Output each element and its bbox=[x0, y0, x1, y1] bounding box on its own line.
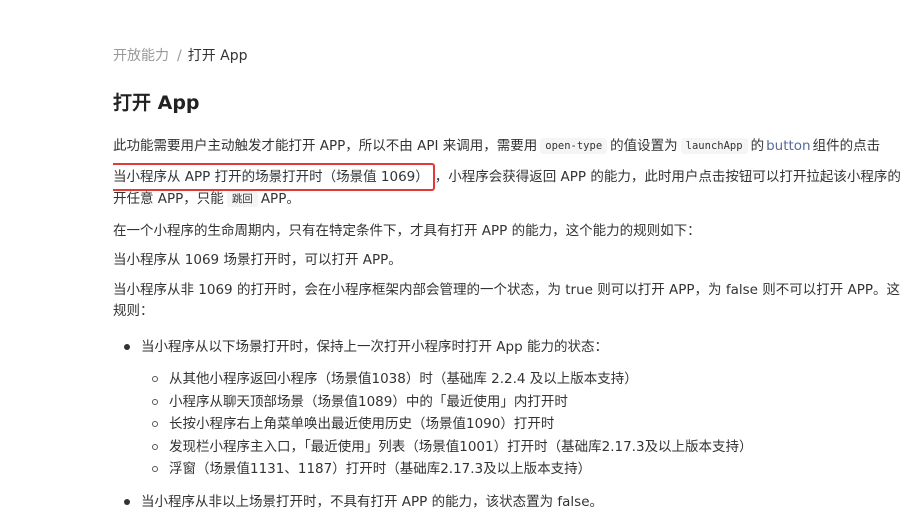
button-component-link[interactable]: button bbox=[766, 138, 811, 154]
breadcrumb: 开放能力 / 打开 App bbox=[113, 46, 248, 66]
sub-list-item-text: 从其他小程序返回小程序（场景值1038）时（基础库 2.2.4 及以上版本支持） bbox=[169, 371, 638, 387]
bullet-disc-icon bbox=[124, 344, 130, 350]
intro-text-2: 的值设置为 bbox=[610, 138, 678, 154]
bullet-circle-icon bbox=[152, 399, 158, 405]
bullet-circle-icon bbox=[152, 376, 158, 382]
bullet-circle-icon bbox=[152, 421, 158, 427]
breadcrumb-separator: / bbox=[177, 48, 182, 64]
list-item: 当小程序从非以上场景打开时，不具有打开 APP 的能力，该状态置为 false。 bbox=[113, 491, 603, 513]
lifecycle-paragraph: 在一个小程序的生命周期内，只有在特定条件下，才具有打开 APP 的能力，这个能力… bbox=[113, 223, 701, 239]
list-item: 当小程序从以下场景打开时，保持上一次打开小程序时打开 App 能力的状态： bbox=[113, 336, 608, 358]
sub-list-item-text: 小程序从聊天顶部场景（场景值1089）中的「最近使用」内打开时 bbox=[169, 394, 568, 410]
sub-list-item: 发现栏小程序主入口，「最近使用」列表（场景值1001）打开时（基础库2.17.3… bbox=[113, 436, 753, 458]
list-item-text: 当小程序从非以上场景打开时，不具有打开 APP 的能力，该状态置为 false。 bbox=[141, 494, 604, 510]
code-open-type: open-type bbox=[540, 138, 608, 154]
sub-list-item: 浮窗（场景值1131、1187）打开时（基础库2.17.3及以上版本支持） bbox=[113, 458, 591, 480]
code-jump-back: 跳回 bbox=[226, 191, 258, 207]
breadcrumb-current: 打开 App bbox=[187, 48, 248, 64]
sub-list-item-text: 发现栏小程序主入口，「最近使用」列表（场景值1001）打开时（基础库2.17.3… bbox=[169, 439, 753, 455]
intro-text-3: 的 bbox=[750, 138, 765, 154]
non-1069-paragraph-line1: 当小程序从非 1069 的打开时，会在小程序框架内部会管理的一个状态，为 tru… bbox=[113, 282, 901, 298]
scene-rest-text: ，小程序会获得返回 APP 的能力，此时用户点击按钮可以打开拉起该小程序的 bbox=[434, 169, 901, 185]
sub-list-item-text: 长按小程序右上角菜单唤出最近使用历史（场景值1090）打开时 bbox=[169, 416, 555, 432]
sub-list-item: 小程序从聊天顶部场景（场景值1089）中的「最近使用」内打开时 bbox=[113, 391, 568, 413]
scene-paragraph-line1: 当小程序从 APP 打开的场景打开时（场景值 1069） ，小程序会获得返回 AP… bbox=[113, 163, 901, 191]
sub-list-item: 长按小程序右上角菜单唤出最近使用历史（场景值1090）打开时 bbox=[113, 413, 554, 435]
page-title: 打开 App bbox=[113, 92, 200, 114]
breadcrumb-link-open-capabilities[interactable]: 开放能力 bbox=[113, 48, 169, 64]
scene-line2-text-1: 开任意 APP，只能 bbox=[113, 191, 224, 207]
scene-paragraph-line2: 开任意 APP，只能 跳回 APP。 bbox=[113, 188, 300, 210]
intro-text-4: 组件的点击 bbox=[812, 138, 881, 154]
bullet-circle-icon bbox=[152, 466, 158, 472]
doc-page: 开放能力 / 打开 App 打开 App 此功能需要用户主动触发才能打开 APP，所… bbox=[113, 0, 913, 516]
bullet-circle-icon bbox=[152, 444, 158, 450]
code-launch-app: launchApp bbox=[680, 138, 748, 154]
scene-1069-paragraph: 当小程序从 1069 场景打开时，可以打开 APP。 bbox=[113, 252, 402, 268]
list-item-text: 当小程序从以下场景打开时，保持上一次打开小程序时打开 App 能力的状态： bbox=[141, 339, 608, 355]
highlighted-scene-text: 当小程序从 APP 打开的场景打开时（场景值 1069） bbox=[113, 163, 435, 191]
sub-list-item: 从其他小程序返回小程序（场景值1038）时（基础库 2.2.4 及以上版本支持） bbox=[113, 368, 638, 390]
bullet-disc-icon bbox=[124, 499, 130, 505]
scene-line2-text-2: APP。 bbox=[260, 191, 300, 207]
intro-text-1: 此功能需要用户主动触发才能打开 APP，所以不由 API 来调用，需要用 bbox=[113, 138, 538, 154]
sub-list-item-text: 浮窗（场景值1131、1187）打开时（基础库2.17.3及以上版本支持） bbox=[169, 461, 592, 477]
intro-paragraph: 此功能需要用户主动触发才能打开 APP，所以不由 API 来调用，需要用 open… bbox=[113, 135, 880, 157]
non-1069-paragraph-line2: 规则： bbox=[113, 303, 154, 319]
